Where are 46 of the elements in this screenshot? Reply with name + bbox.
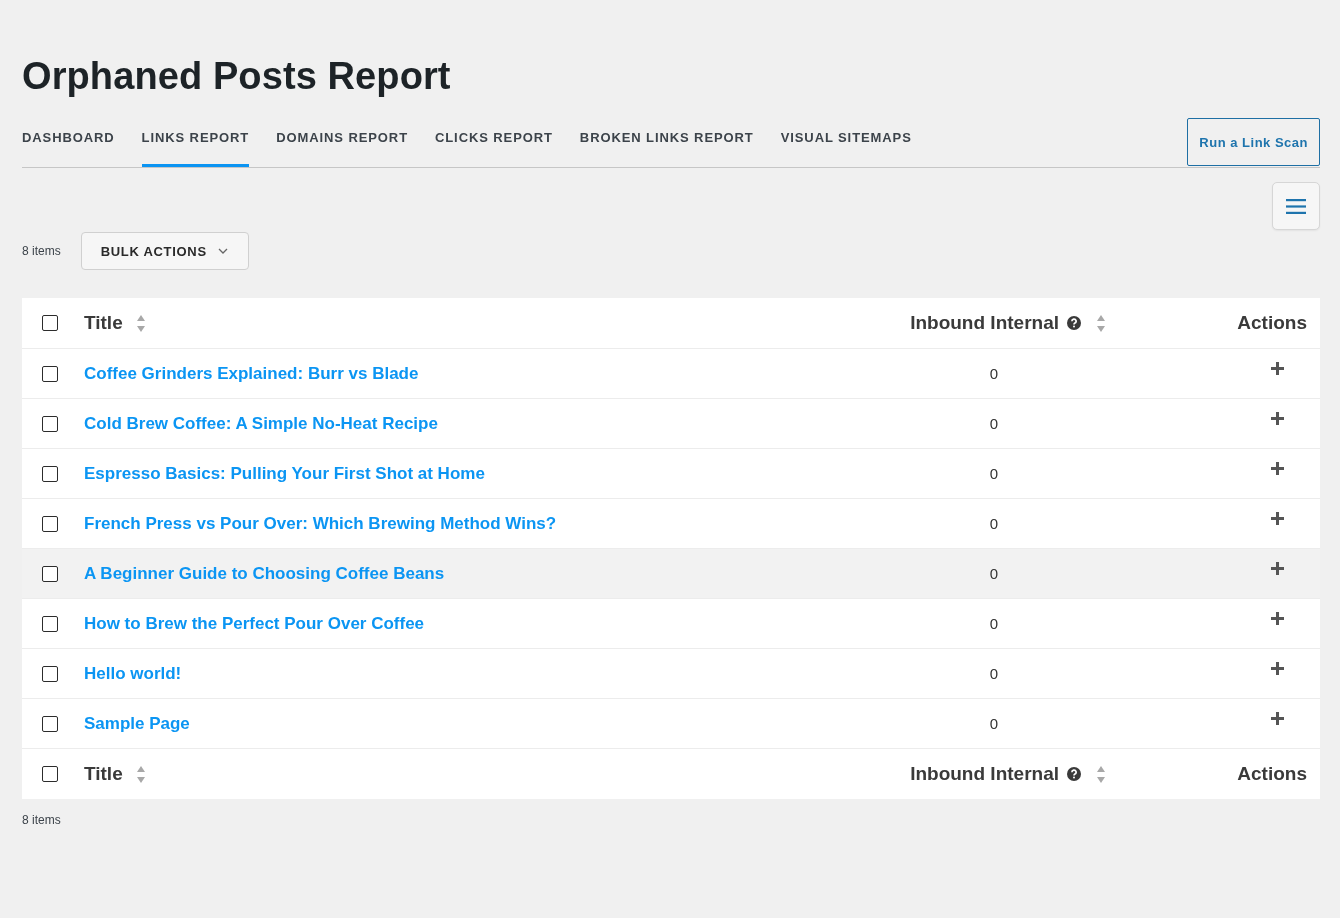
row-checkbox[interactable]: [42, 365, 58, 382]
select-all-checkbox[interactable]: [42, 766, 58, 782]
table-cell: 0: [989, 515, 999, 532]
nav-tab[interactable]: BROKEN LINKS REPORT: [579, 117, 754, 167]
plus-icon[interactable]: [1271, 512, 1284, 525]
chevron-down-icon: [217, 248, 228, 254]
page-title: Orphaned Posts Report: [22, 54, 452, 99]
column-header[interactable]: Inbound Internal: [910, 312, 1059, 334]
row-checkbox[interactable]: [42, 465, 58, 482]
menu-button[interactable]: [1272, 182, 1320, 230]
table-cell: 0: [989, 665, 999, 682]
table-cell: 0: [989, 365, 999, 382]
row-checkbox[interactable]: [42, 515, 58, 532]
column-header[interactable]: Title: [84, 312, 123, 334]
plus-icon[interactable]: [1271, 662, 1284, 675]
row-checkbox[interactable]: [42, 715, 58, 732]
select-all-checkbox[interactable]: [42, 315, 58, 331]
table-cell: 0: [989, 615, 999, 632]
nav-tab[interactable]: VISUAL SITEMAPS: [780, 117, 912, 167]
nav-tab[interactable]: LINKS REPORT: [141, 117, 250, 167]
menu-icon: [1286, 198, 1306, 214]
column-header: Actions: [1237, 312, 1307, 334]
plus-icon[interactable]: [1271, 462, 1284, 475]
table-cell: 0: [989, 415, 999, 432]
nav-tab[interactable]: DOMAINS REPORT: [276, 117, 408, 167]
plus-icon[interactable]: [1271, 612, 1284, 625]
column-header[interactable]: Inbound Internal: [910, 763, 1059, 785]
plus-icon[interactable]: [1271, 712, 1284, 725]
row-checkbox[interactable]: [42, 615, 58, 632]
bulk-actions-button[interactable]: BULK ACTIONS: [80, 232, 249, 270]
column-header: Actions: [1237, 763, 1307, 785]
row-checkbox[interactable]: [42, 665, 58, 682]
item-count: 8 items: [22, 244, 61, 258]
table-cell: 0: [989, 715, 999, 732]
nav-tab[interactable]: DASHBOARD: [22, 117, 115, 167]
nav-tab[interactable]: CLICKS REPORT: [435, 117, 553, 167]
run-scan-button[interactable]: Run a Link Scan: [1187, 118, 1320, 166]
item-count: 8 items: [22, 813, 61, 827]
table-cell: 0: [989, 465, 999, 482]
row-checkbox[interactable]: [42, 415, 58, 432]
column-header[interactable]: Title: [84, 763, 123, 785]
plus-icon[interactable]: [1271, 412, 1284, 425]
plus-icon[interactable]: [1271, 562, 1284, 575]
table-cell: 0: [989, 565, 999, 582]
plus-icon[interactable]: [1271, 362, 1284, 375]
row-checkbox[interactable]: [42, 565, 58, 582]
